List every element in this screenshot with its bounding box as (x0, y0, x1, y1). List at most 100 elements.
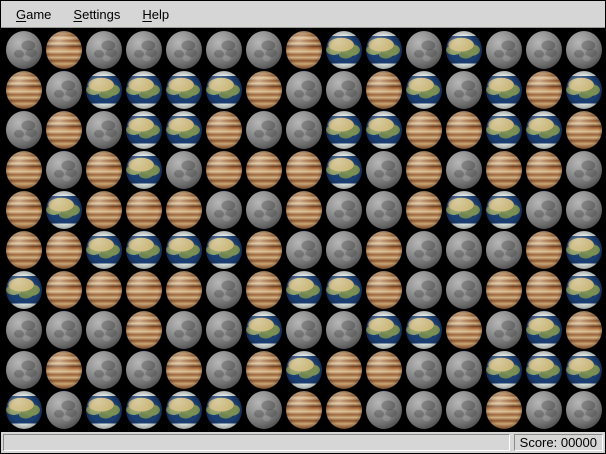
ball-moon[interactable] (444, 270, 484, 310)
ball-earth[interactable] (164, 230, 204, 270)
ball-earth[interactable] (204, 390, 244, 430)
ball-earth[interactable] (484, 350, 524, 390)
ball-moon[interactable] (284, 310, 324, 350)
ball-moon[interactable] (124, 350, 164, 390)
ball-jupiter[interactable] (244, 150, 284, 190)
ball-jupiter[interactable] (4, 150, 44, 190)
ball-moon[interactable] (284, 230, 324, 270)
ball-jupiter[interactable] (324, 350, 364, 390)
ball-moon[interactable] (484, 230, 524, 270)
ball-moon[interactable] (244, 110, 284, 150)
ball-earth[interactable] (564, 70, 604, 110)
ball-moon[interactable] (164, 150, 204, 190)
ball-earth[interactable] (284, 350, 324, 390)
ball-moon[interactable] (564, 150, 604, 190)
ball-earth[interactable] (84, 70, 124, 110)
ball-jupiter[interactable] (204, 110, 244, 150)
ball-earth[interactable] (164, 110, 204, 150)
ball-moon[interactable] (324, 310, 364, 350)
ball-jupiter[interactable] (244, 70, 284, 110)
ball-jupiter[interactable] (84, 270, 124, 310)
ball-moon[interactable] (484, 310, 524, 350)
ball-moon[interactable] (44, 390, 84, 430)
ball-earth[interactable] (4, 270, 44, 310)
ball-jupiter[interactable] (364, 70, 404, 110)
ball-jupiter[interactable] (124, 310, 164, 350)
menu-settings[interactable]: Settings (62, 3, 131, 26)
ball-jupiter[interactable] (284, 30, 324, 70)
ball-jupiter[interactable] (44, 350, 84, 390)
ball-moon[interactable] (404, 270, 444, 310)
ball-moon[interactable] (84, 30, 124, 70)
ball-earth[interactable] (444, 30, 484, 70)
ball-moon[interactable] (84, 350, 124, 390)
ball-jupiter[interactable] (364, 270, 404, 310)
ball-earth[interactable] (404, 70, 444, 110)
ball-moon[interactable] (324, 70, 364, 110)
ball-moon[interactable] (324, 190, 364, 230)
menu-help[interactable]: Help (131, 3, 180, 26)
ball-jupiter[interactable] (484, 270, 524, 310)
ball-jupiter[interactable] (404, 110, 444, 150)
ball-earth[interactable] (324, 270, 364, 310)
ball-jupiter[interactable] (164, 190, 204, 230)
ball-earth[interactable] (324, 30, 364, 70)
ball-jupiter[interactable] (524, 270, 564, 310)
ball-earth[interactable] (164, 70, 204, 110)
ball-moon[interactable] (4, 30, 44, 70)
ball-jupiter[interactable] (444, 110, 484, 150)
ball-earth[interactable] (44, 190, 84, 230)
ball-earth[interactable] (364, 310, 404, 350)
ball-moon[interactable] (284, 110, 324, 150)
ball-moon[interactable] (324, 230, 364, 270)
ball-earth[interactable] (204, 70, 244, 110)
ball-earth[interactable] (4, 390, 44, 430)
ball-earth[interactable] (324, 150, 364, 190)
ball-jupiter[interactable] (524, 70, 564, 110)
ball-moon[interactable] (84, 310, 124, 350)
ball-earth[interactable] (84, 390, 124, 430)
ball-moon[interactable] (404, 230, 444, 270)
ball-moon[interactable] (564, 390, 604, 430)
ball-jupiter[interactable] (484, 390, 524, 430)
ball-moon[interactable] (484, 30, 524, 70)
ball-jupiter[interactable] (4, 190, 44, 230)
ball-moon[interactable] (44, 150, 84, 190)
ball-earth[interactable] (204, 230, 244, 270)
ball-jupiter[interactable] (84, 150, 124, 190)
ball-earth[interactable] (124, 230, 164, 270)
ball-jupiter[interactable] (524, 150, 564, 190)
ball-jupiter[interactable] (524, 230, 564, 270)
ball-earth[interactable] (484, 110, 524, 150)
ball-earth[interactable] (364, 30, 404, 70)
ball-jupiter[interactable] (404, 190, 444, 230)
ball-moon[interactable] (564, 30, 604, 70)
ball-earth[interactable] (164, 390, 204, 430)
ball-earth[interactable] (444, 190, 484, 230)
menu-game[interactable]: Game (5, 3, 62, 26)
ball-moon[interactable] (244, 390, 284, 430)
ball-moon[interactable] (164, 30, 204, 70)
ball-jupiter[interactable] (284, 390, 324, 430)
ball-jupiter[interactable] (324, 390, 364, 430)
ball-moon[interactable] (164, 310, 204, 350)
ball-moon[interactable] (444, 70, 484, 110)
ball-moon[interactable] (204, 30, 244, 70)
ball-earth[interactable] (324, 110, 364, 150)
ball-earth[interactable] (124, 70, 164, 110)
ball-jupiter[interactable] (564, 110, 604, 150)
ball-moon[interactable] (204, 190, 244, 230)
ball-moon[interactable] (404, 30, 444, 70)
ball-jupiter[interactable] (364, 350, 404, 390)
ball-moon[interactable] (524, 190, 564, 230)
ball-moon[interactable] (204, 270, 244, 310)
ball-jupiter[interactable] (564, 310, 604, 350)
ball-jupiter[interactable] (444, 310, 484, 350)
ball-earth[interactable] (364, 110, 404, 150)
ball-moon[interactable] (444, 350, 484, 390)
ball-jupiter[interactable] (404, 150, 444, 190)
ball-moon[interactable] (444, 230, 484, 270)
ball-jupiter[interactable] (164, 270, 204, 310)
ball-moon[interactable] (404, 390, 444, 430)
ball-earth[interactable] (564, 270, 604, 310)
